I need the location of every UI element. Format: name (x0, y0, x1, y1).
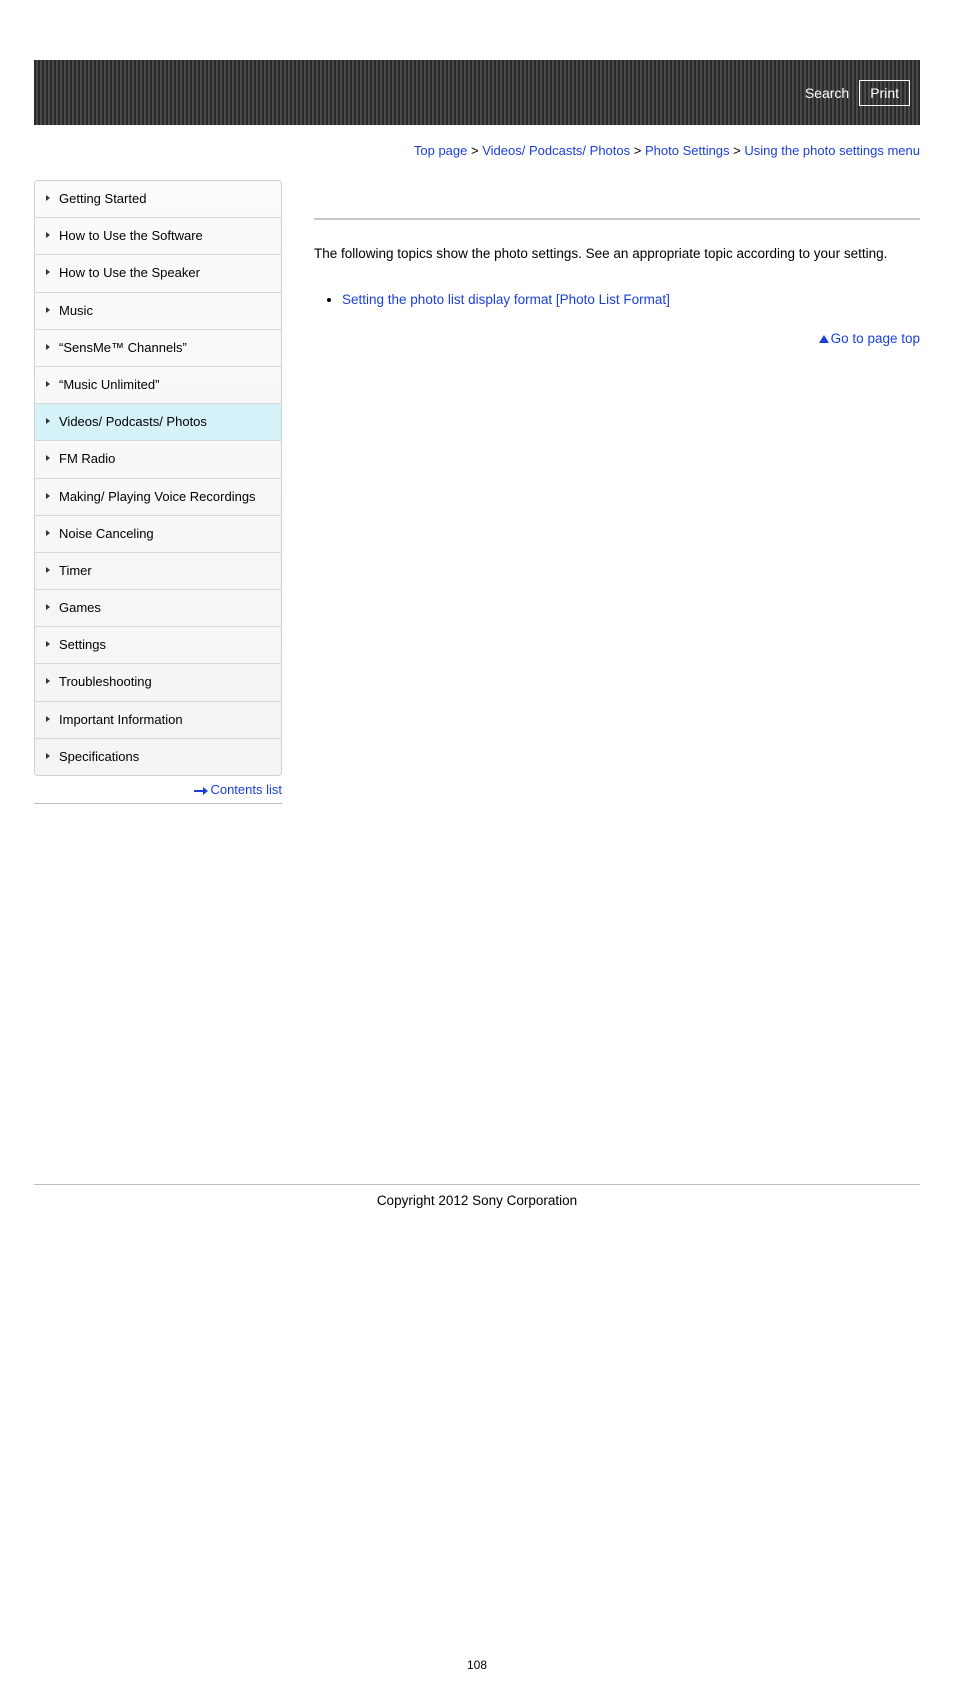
sidebar-item-troubleshooting[interactable]: Troubleshooting (35, 664, 281, 701)
page-number: 108 (0, 1658, 954, 1692)
go-to-page-top-link[interactable]: Go to page top (831, 331, 920, 346)
sidebar-item-speaker[interactable]: How to Use the Speaker (35, 255, 281, 292)
breadcrumb-link-videos[interactable]: Videos/ Podcasts/ Photos (482, 143, 630, 158)
sidebar-item-music-unlimited[interactable]: “Music Unlimited” (35, 367, 281, 404)
breadcrumb-link-top[interactable]: Top page (414, 143, 468, 158)
breadcrumb: Top page > Videos/ Podcasts/ Photos > Ph… (34, 143, 920, 158)
sidebar-item-noise-canceling[interactable]: Noise Canceling (35, 516, 281, 553)
sidebar-item-games[interactable]: Games (35, 590, 281, 627)
print-button[interactable]: Print (859, 80, 910, 106)
breadcrumb-link-current[interactable]: Using the photo settings menu (744, 143, 920, 158)
sidebar-item-specifications[interactable]: Specifications (35, 739, 281, 775)
sidebar-list: Getting Started How to Use the Software … (35, 181, 281, 775)
sidebar-item-software[interactable]: How to Use the Software (35, 218, 281, 255)
search-link[interactable]: Search (805, 85, 849, 101)
header-bar: Search Print (34, 60, 920, 125)
sidebar-item-sensme[interactable]: “SensMe™ Channels” (35, 330, 281, 367)
topic-list: Setting the photo list display format [P… (314, 292, 920, 307)
sidebar-item-important-info[interactable]: Important Information (35, 702, 281, 739)
topic-item: Setting the photo list display format [P… (342, 292, 920, 307)
contents-list-link[interactable]: Contents list (210, 782, 282, 797)
breadcrumb-separator: > (471, 143, 479, 158)
breadcrumb-separator: > (634, 143, 642, 158)
sidebar-item-videos-podcasts-photos[interactable]: Videos/ Podcasts/ Photos (35, 404, 281, 441)
sidebar-item-getting-started[interactable]: Getting Started (35, 181, 281, 218)
breadcrumb-link-photo-settings[interactable]: Photo Settings (645, 143, 730, 158)
sidebar-item-voice-recordings[interactable]: Making/ Playing Voice Recordings (35, 479, 281, 516)
sidebar-item-timer[interactable]: Timer (35, 553, 281, 590)
main-content: The following topics show the photo sett… (282, 158, 920, 804)
sidebar-item-music[interactable]: Music (35, 293, 281, 330)
intro-text: The following topics show the photo sett… (314, 244, 920, 264)
content-divider (314, 218, 920, 220)
arrow-right-icon (194, 787, 208, 795)
page-top-row: Go to page top (314, 331, 920, 346)
contents-list-row: Contents list (34, 776, 282, 804)
breadcrumb-separator: > (733, 143, 741, 158)
sidebar-item-fm-radio[interactable]: FM Radio (35, 441, 281, 478)
up-triangle-icon (819, 335, 829, 343)
sidebar: Getting Started How to Use the Software … (34, 180, 282, 776)
footer-divider (34, 1184, 920, 1185)
copyright-text: Copyright 2012 Sony Corporation (0, 1193, 954, 1208)
sidebar-item-settings[interactable]: Settings (35, 627, 281, 664)
topic-link-photo-list-format[interactable]: Setting the photo list display format [P… (342, 292, 670, 307)
